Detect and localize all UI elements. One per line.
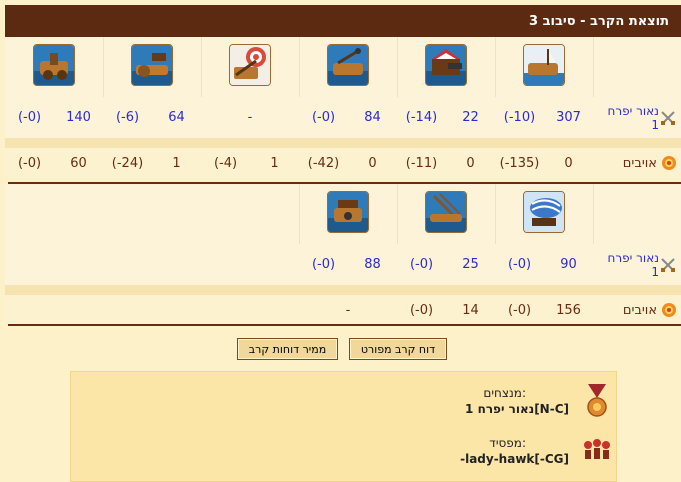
- player-name[interactable]: נאור יפרח 1: [601, 251, 659, 279]
- page-title: תוצאת הקרב - סיבוב 3: [529, 13, 669, 29]
- target-icon: [662, 156, 676, 170]
- unit-cell: [397, 37, 496, 97]
- ship-mortar-icon[interactable]: [32, 44, 75, 86]
- ship-steam-ram-icon[interactable]: [523, 191, 566, 233]
- unit-cell: [299, 37, 398, 97]
- unit-cell: [397, 184, 496, 244]
- ship-rocket-icon[interactable]: [327, 191, 370, 233]
- unit-cell: [299, 184, 398, 244]
- enemy-label-cell: אויבים: [593, 148, 681, 178]
- medal-icon: [587, 384, 607, 417]
- unit-cell: [201, 37, 300, 97]
- player-name-cell: נאור יפרח 1: [593, 97, 681, 138]
- battle-report-converter-button[interactable]: ממיר דוחות קרב: [237, 338, 338, 360]
- player-row: (-0) 88 (-0) 25 (-0) 90 נאור יפרח 1: [5, 244, 681, 285]
- ship-paddle-icon[interactable]: [131, 44, 173, 86]
- ship-ballista-icon[interactable]: [229, 44, 271, 86]
- unit-cell: [495, 37, 594, 97]
- battle-result-panel: מנצחים: נאור יפרח 1[N-C] מפסיד: -lady-ha…: [70, 371, 617, 482]
- ship-ram-icon[interactable]: [523, 44, 565, 86]
- battle-report-header: תוצאת הקרב - סיבוב 3: [5, 5, 681, 37]
- winners-value[interactable]: נאור יפרח 1[N-C]: [465, 402, 569, 416]
- ship-flamethrower-icon[interactable]: [425, 44, 467, 86]
- unit-cell: [5, 37, 104, 97]
- enemy-row: (-0) 60 (-24) 1 (-4) 1 (-42) 0 (-11) 0 (…: [5, 148, 681, 178]
- crossed-swords-icon: [661, 257, 676, 272]
- enemy-label-cell: אויבים: [593, 295, 681, 325]
- enemy-label: אויבים: [622, 302, 658, 318]
- target-icon: [662, 303, 677, 317]
- losers-label: מפסיד:: [489, 436, 526, 450]
- player-row: (-0) 140 (-6) 64 - (-0) 84 (-14) 22 (-10…: [5, 97, 681, 138]
- round2-table: (-0) 88 (-0) 25 (-0) 90 נאור יפרח 1 - (-…: [5, 184, 681, 325]
- section-divider: [8, 324, 681, 326]
- enemy-row: - (-0) 14 (-0) 156 אויבים: [5, 295, 681, 325]
- ship-diving-boat-icon[interactable]: [425, 191, 468, 233]
- losers-value[interactable]: -lady-hawk[-CG]: [460, 452, 569, 466]
- crossed-swords-icon: [661, 110, 675, 125]
- unit-cell: [495, 184, 594, 244]
- unit-cell: [103, 37, 202, 97]
- defeated-soldiers-icon: [584, 439, 610, 459]
- player-name-cell: נאור יפרח 1: [593, 244, 681, 285]
- detailed-report-button[interactable]: דוח קרב מפורט: [349, 338, 447, 360]
- player-name[interactable]: נאור יפרח 1: [601, 104, 659, 132]
- round1-table: (-0) 140 (-6) 64 - (-0) 84 (-14) 22 (-10…: [5, 37, 681, 178]
- ship-catapult-icon[interactable]: [327, 44, 369, 86]
- winners-label: מנצחים:: [483, 386, 526, 400]
- enemy-label: אויבים: [622, 155, 657, 171]
